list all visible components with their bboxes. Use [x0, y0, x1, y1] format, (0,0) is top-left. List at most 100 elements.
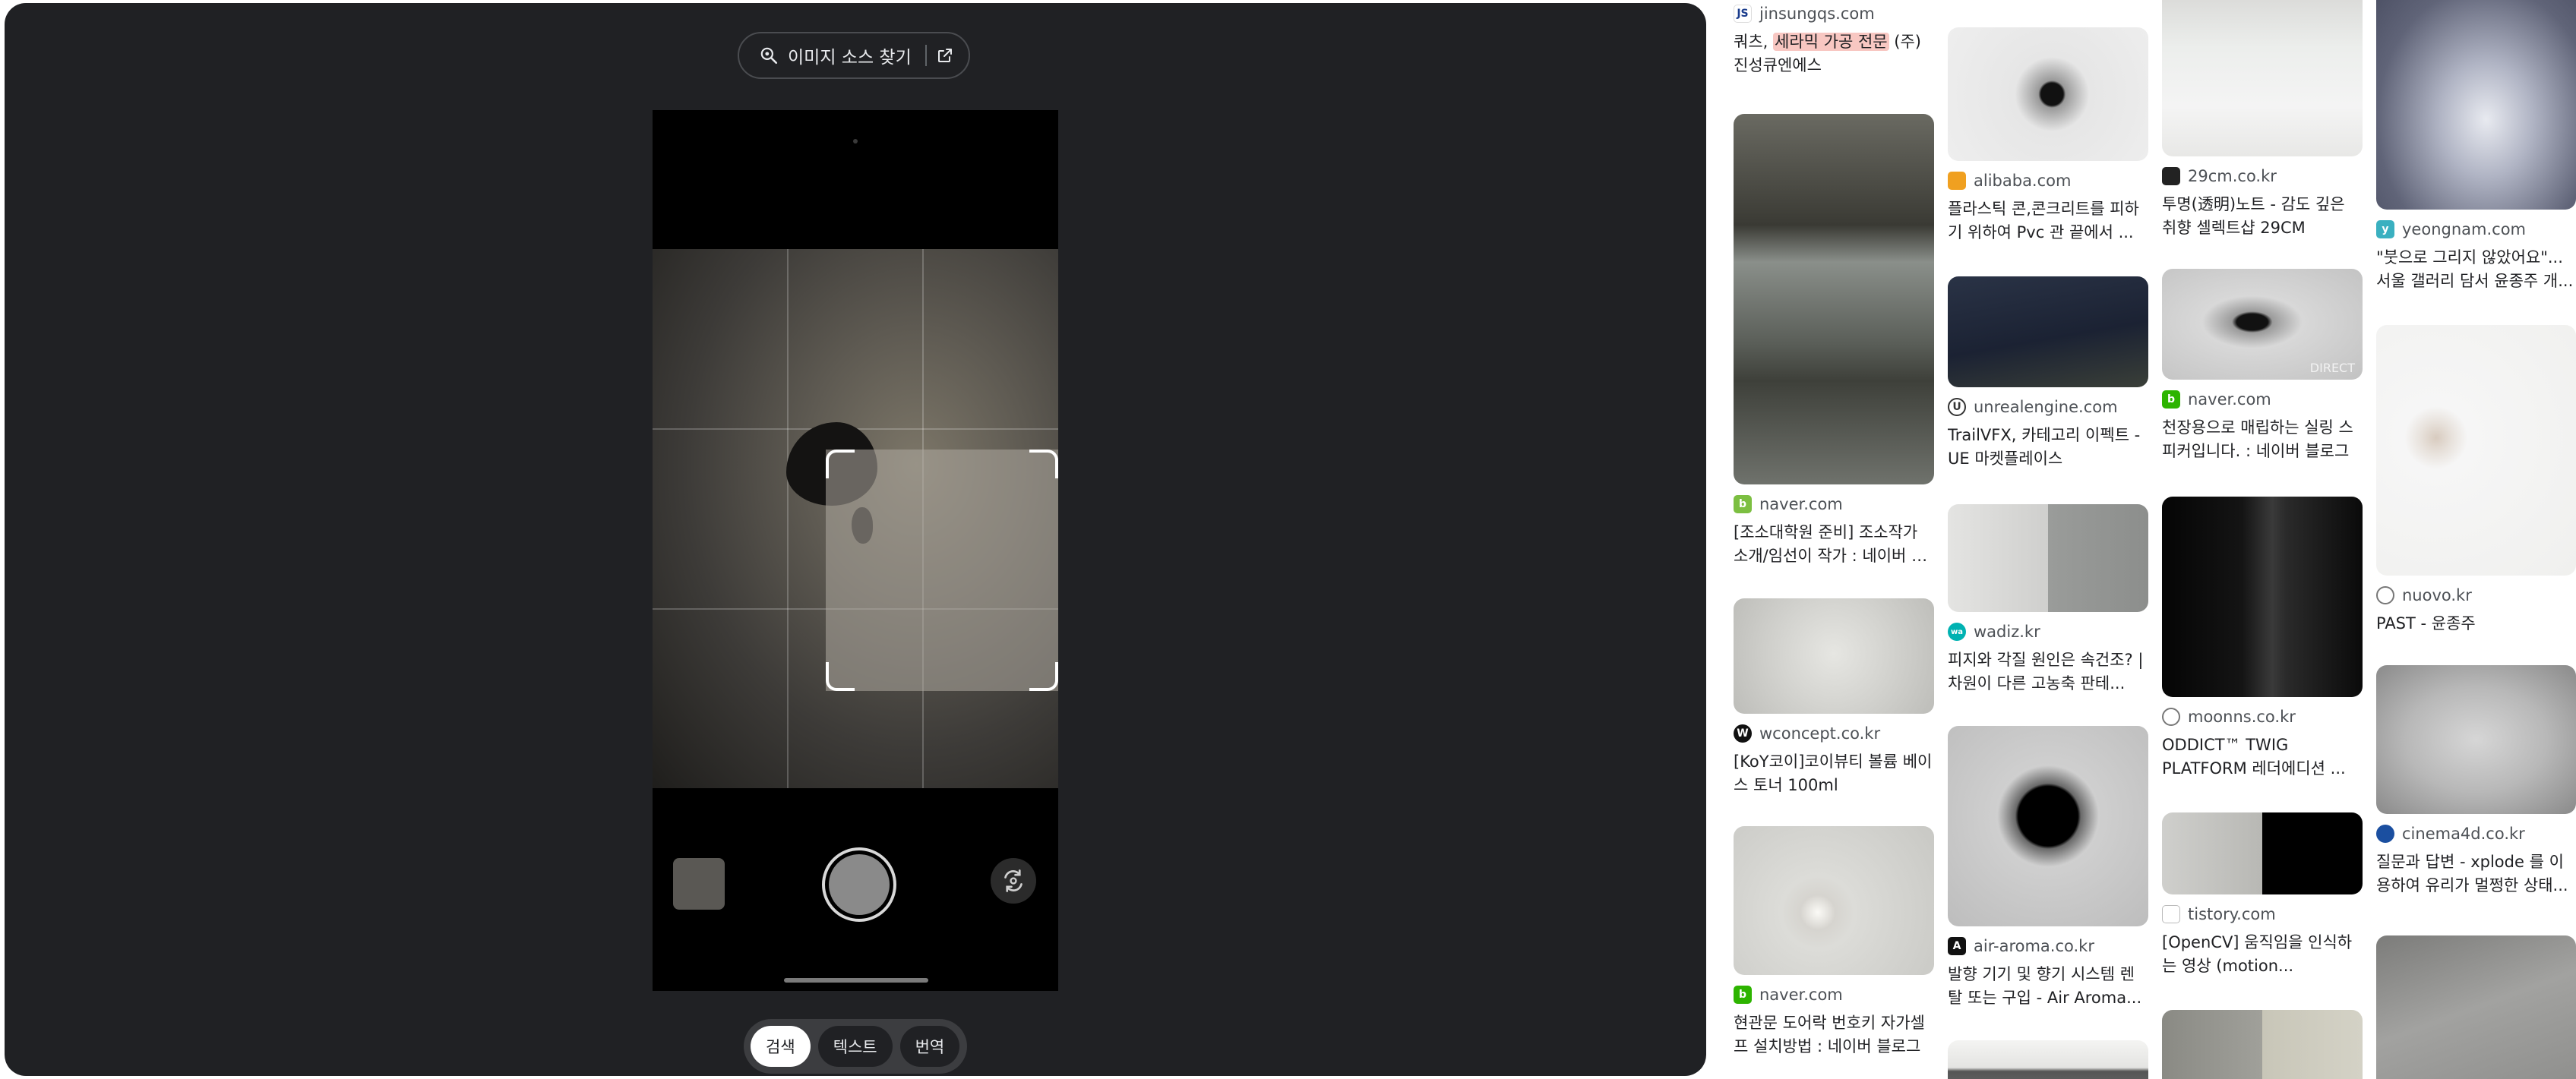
site-favicon: b — [1734, 495, 1752, 513]
result-card[interactable]: moonns.co.kr ODDICT™ TWIG PLATFORM 레더에디션… — [2162, 497, 2363, 781]
camera-viewfinder: .5 1× 2 3 — [653, 249, 1058, 788]
mode-text-tab[interactable]: 텍스트 — [817, 1026, 893, 1067]
result-title[interactable]: ODDICT™ TWIG PLATFORM 레더에디션 ... — [2162, 734, 2363, 781]
result-image[interactable] — [1734, 826, 1934, 975]
result-card[interactable]: W wconcept.co.kr [KoY코이]코이뷰티 볼륨 베이스 토너 1… — [1734, 598, 1934, 797]
result-card[interactable]: JS jinsungqs.com 쿼츠, 세라믹 가공 전문 (주) 진성큐엔에… — [1734, 0, 1934, 77]
result-image[interactable] — [2162, 0, 2363, 156]
result-image[interactable] — [2376, 325, 2576, 576]
result-image[interactable]: DIRECT — [2162, 269, 2363, 380]
result-card[interactable] — [1948, 1040, 2148, 1079]
site-name: nuovo.kr — [2402, 586, 2472, 604]
result-image[interactable] — [2162, 497, 2363, 697]
phone-camera-screenshot: .5 1× 2 3 — [653, 110, 1058, 991]
shutter-button[interactable] — [822, 847, 896, 922]
result-title[interactable]: "붓으로 그리지 않았어요"... 서울 갤러리 담서 윤종주 개... — [2376, 246, 2576, 293]
result-image[interactable] — [2376, 0, 2576, 210]
result-card[interactable]: wa wadiz.kr 피지와 각질 원인은 속건조? | 차원이 다른 고농축… — [1948, 504, 2148, 696]
site-name: tistory.com — [2188, 905, 2276, 923]
site-name: wadiz.kr — [1974, 623, 2040, 641]
result-image[interactable] — [1734, 598, 1934, 714]
site-name: wconcept.co.kr — [1759, 724, 1881, 743]
result-title[interactable]: 질문과 답변 - xplode 를 이용하여 유리가 멀쩡한 상태... — [2376, 850, 2576, 898]
flip-camera-button[interactable] — [991, 858, 1036, 904]
result-image[interactable] — [1948, 1040, 2148, 1079]
result-title[interactable]: 플라스틱 콘,콘크리트를 피하기 위하여 Pvc 관 끝에서 ... — [1948, 197, 2148, 245]
divider — [925, 45, 927, 66]
mode-search-tab[interactable]: 검색 — [751, 1026, 811, 1067]
result-card[interactable]: nuovo.kr PAST - 윤종주 — [2376, 325, 2576, 636]
result-card[interactable]: cinema4d.co.kr 질문과 답변 - xplode 를 이용하여 유리… — [2376, 665, 2576, 898]
result-title[interactable]: [KoY코이]코이뷰티 볼륨 베이스 토너 100ml — [1734, 750, 1934, 797]
grid-line — [787, 249, 789, 788]
result-title[interactable]: 쿼츠, 세라믹 가공 전문 (주) 진성큐엔에스 — [1734, 30, 1934, 77]
result-site: wa wadiz.kr — [1948, 623, 2148, 641]
result-image[interactable] — [1948, 726, 2148, 926]
result-site: A air-aroma.co.kr — [1948, 937, 2148, 955]
result-title[interactable]: [조소대학원 준비] 조소작가 소개/임선이 작가 : 네이버 블로그 — [1734, 521, 1934, 568]
site-favicon — [2162, 905, 2180, 923]
result-site: W wconcept.co.kr — [1734, 724, 1934, 743]
result-title[interactable]: 천장용으로 매립하는 실링 스피커입니다. : 네이버 블로그 — [2162, 416, 2363, 463]
result-title[interactable]: 피지와 각질 원인은 속건조? | 차원이 다른 고농축 판테... — [1948, 648, 2148, 696]
mode-translate-tab[interactable]: 번역 — [899, 1026, 960, 1067]
result-card[interactable]: y yeongnam.com "붓으로 그리지 않았어요"... 서울 갤러리 … — [2376, 0, 2576, 293]
result-card[interactable]: 29cm.co.kr 투명(透明)노트 - 감도 깊은 취향 셀렉트샵 29CM — [2162, 0, 2363, 240]
result-title[interactable]: PAST - 윤종주 — [2376, 612, 2576, 636]
lens-camera-panel: 이미지 소스 찾기 .5 1× — [5, 3, 1706, 1076]
result-title[interactable]: [OpenCV] 움직임을 인식하는 영상 (motion... — [2162, 931, 2363, 978]
site-favicon — [1948, 172, 1966, 190]
result-title[interactable]: TrailVFX, 카테고리 이펙트 - UE 마켓플레이스 — [1948, 424, 2148, 471]
image-watermark: DIRECT — [2309, 361, 2355, 375]
result-card[interactable]: b naver.com 현관문 도어락 번호키 자가셀프 설치방법 : 네이버 … — [1734, 826, 1934, 1058]
result-title[interactable]: 발향 기기 및 향기 시스템 렌탈 또는 구입 - Air Aroma... — [1948, 963, 2148, 1010]
result-card[interactable]: b naver.com [조소대학원 준비] 조소작가 소개/임선이 작가 : … — [1734, 114, 1934, 568]
site-name: moonns.co.kr — [2188, 708, 2296, 726]
result-image[interactable] — [2162, 1010, 2363, 1079]
crop-handle-top-left[interactable] — [826, 450, 855, 478]
site-name: naver.com — [1759, 986, 1843, 1004]
result-title[interactable]: 투명(透明)노트 - 감도 깊은 취향 셀렉트샵 29CM — [2162, 193, 2363, 240]
result-card[interactable]: alibaba.com 플라스틱 콘,콘크리트를 피하기 위하여 Pvc 관 끝… — [1948, 27, 2148, 245]
result-card[interactable]: A air-aroma.co.kr 발향 기기 및 향기 시스템 렌탈 또는 구… — [1948, 726, 2148, 1010]
result-image[interactable] — [2376, 665, 2576, 814]
gallery-thumbnail[interactable] — [673, 858, 725, 910]
crop-handle-bottom-right[interactable] — [1029, 662, 1058, 691]
crop-handle-top-right[interactable] — [1029, 450, 1058, 478]
site-favicon: y — [2376, 220, 2394, 238]
result-site: 29cm.co.kr — [2162, 167, 2363, 185]
site-favicon — [2162, 167, 2180, 185]
result-site: U unrealengine.com — [1948, 398, 2148, 416]
result-image[interactable] — [2162, 812, 2363, 894]
site-name: alibaba.com — [1974, 172, 2072, 190]
result-image[interactable] — [1948, 276, 2148, 387]
result-card[interactable] — [2376, 935, 2576, 1079]
result-site: b naver.com — [1734, 986, 1934, 1004]
result-site: y yeongnam.com — [2376, 220, 2576, 238]
result-site: JS jinsungqs.com — [1734, 5, 1934, 23]
selection-crop-box[interactable] — [826, 450, 1058, 691]
result-site: b naver.com — [1734, 495, 1934, 513]
result-site: cinema4d.co.kr — [2376, 825, 2576, 843]
site-name: jinsungqs.com — [1759, 5, 1875, 23]
result-image[interactable] — [1948, 27, 2148, 161]
site-favicon: b — [1734, 986, 1752, 1004]
title-highlight: 세라믹 가공 전문 — [1773, 33, 1889, 51]
result-card[interactable]: U unrealengine.com TrailVFX, 카테고리 이펙트 - … — [1948, 276, 2148, 471]
result-card[interactable] — [2162, 1010, 2363, 1079]
find-image-source-label: 이미지 소스 찾기 — [788, 48, 912, 68]
result-image[interactable] — [2376, 935, 2576, 1079]
find-image-source-button[interactable]: 이미지 소스 찾기 — [738, 32, 970, 79]
result-title[interactable]: 현관문 도어락 번호키 자가셀프 설치방법 : 네이버 블로그 — [1734, 1011, 1934, 1058]
site-favicon: wa — [1948, 623, 1966, 641]
result-site: tistory.com — [2162, 905, 2363, 923]
lens-search-icon — [760, 47, 778, 65]
site-name: naver.com — [2188, 390, 2271, 409]
result-card[interactable]: tistory.com [OpenCV] 움직임을 인식하는 영상 (motio… — [2162, 812, 2363, 978]
crop-handle-bottom-left[interactable] — [826, 662, 855, 691]
lens-mode-switcher: 검색 텍스트 번역 — [744, 1019, 967, 1074]
result-card[interactable]: DIRECT b naver.com 천장용으로 매립하는 실링 스피커입니다.… — [2162, 269, 2363, 463]
result-image[interactable] — [1948, 504, 2148, 612]
result-image[interactable] — [1734, 114, 1934, 484]
open-in-new-icon — [937, 49, 952, 62]
